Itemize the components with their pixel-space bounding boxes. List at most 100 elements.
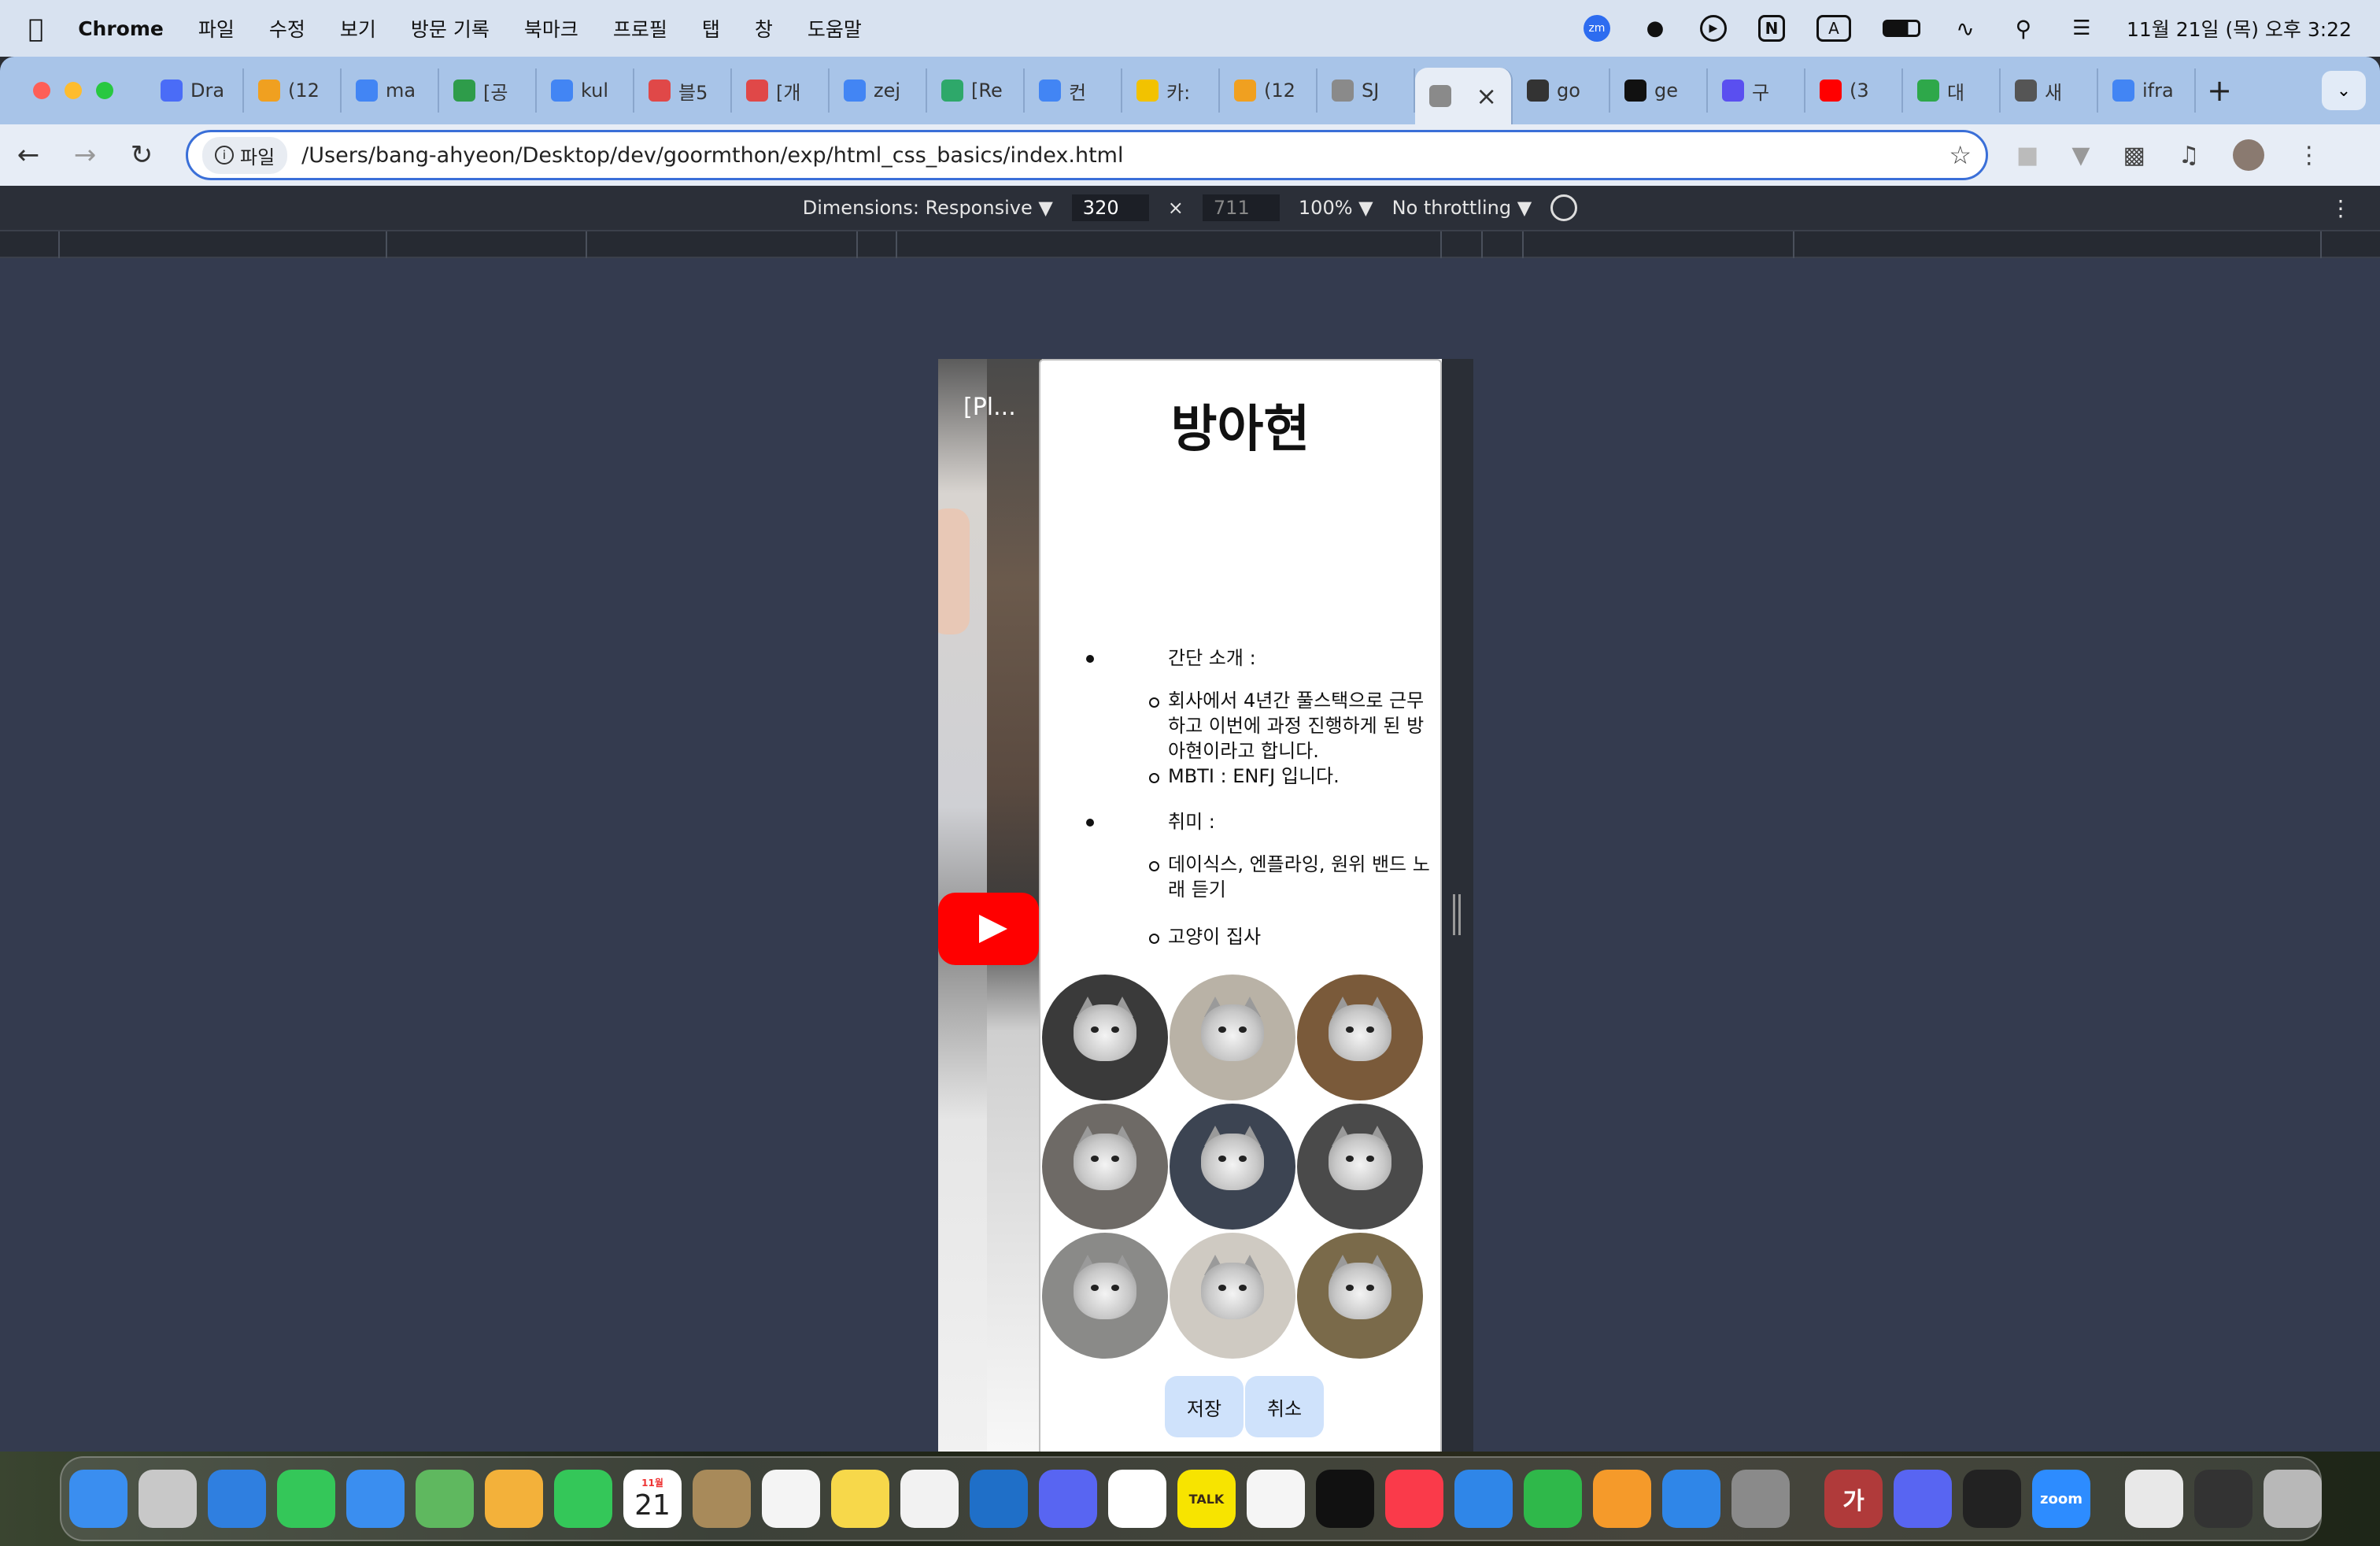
device-toolbar-more-icon[interactable]: ⋮ <box>2330 195 2352 221</box>
chat-status-icon[interactable]: ● <box>1642 15 1669 42</box>
extension-vue-icon[interactable]: ▼ <box>2071 142 2090 169</box>
freeform-icon[interactable] <box>1247 1470 1305 1528</box>
site-info-chip[interactable]: i 파일 <box>202 136 288 174</box>
maps-icon[interactable] <box>416 1470 474 1528</box>
document-icon[interactable] <box>2125 1470 2183 1528</box>
menu-bookmarks[interactable]: 북마크 <box>524 14 578 43</box>
menu-history[interactable]: 방문 기록 <box>411 14 490 43</box>
menu-view[interactable]: 보기 <box>340 14 376 43</box>
browser-tab[interactable]: zej <box>830 68 927 113</box>
menu-profiles[interactable]: 프로필 <box>613 14 667 43</box>
back-arrow-icon[interactable]: ← <box>0 139 57 171</box>
notes-icon[interactable] <box>831 1470 889 1528</box>
browser-tab[interactable]: 컨 <box>1025 68 1122 113</box>
close-tab-icon[interactable]: × <box>1476 81 1497 111</box>
facetime-icon[interactable] <box>554 1470 612 1528</box>
pages-icon[interactable] <box>1593 1470 1651 1528</box>
menu-file[interactable]: 파일 <box>198 14 235 43</box>
notion-icon[interactable] <box>1108 1470 1166 1528</box>
calendar-icon[interactable]: 11월 21 <box>623 1470 682 1528</box>
tab-search-button[interactable]: ⌄ <box>2322 71 2366 110</box>
discord-icon[interactable] <box>1894 1470 1952 1528</box>
browser-tab-active[interactable]: × <box>1415 68 1513 124</box>
control-center-icon[interactable]: ☰ <box>2068 15 2095 42</box>
trash-icon[interactable] <box>2264 1470 2322 1528</box>
safari-icon[interactable] <box>208 1470 266 1528</box>
youtube-play-icon[interactable] <box>938 893 1039 965</box>
menu-window[interactable]: 창 <box>755 14 773 43</box>
menubar-clock[interactable]: 11월 21일 (목) 오후 3:22 <box>2127 14 2352 43</box>
reload-icon[interactable]: ↻ <box>113 139 170 171</box>
browser-tab[interactable]: (12 <box>1220 68 1318 113</box>
browser-tab[interactable]: (12 <box>244 68 342 113</box>
browser-tab[interactable]: ma <box>342 68 439 113</box>
cancel-button[interactable]: 취소 <box>1245 1376 1324 1437</box>
new-tab-button[interactable]: + <box>2196 73 2243 108</box>
media-controls-icon[interactable]: ♫ <box>2179 142 2200 169</box>
messages-icon[interactable] <box>277 1470 335 1528</box>
browser-tab[interactable]: SJ <box>1318 68 1415 113</box>
bookmark-star-icon[interactable]: ☆ <box>1949 140 1972 170</box>
chrome-menu-icon[interactable]: ⋮ <box>2297 142 2321 169</box>
music-icon[interactable] <box>1385 1470 1443 1528</box>
zoom-status-icon[interactable]: zm <box>1583 15 1610 42</box>
app-menu-chrome[interactable]: Chrome <box>78 17 164 40</box>
chrome-icon[interactable] <box>900 1470 959 1528</box>
vscode-icon[interactable] <box>970 1470 1028 1528</box>
forward-arrow-icon[interactable]: → <box>57 139 113 171</box>
address-bar[interactable]: i 파일 /Users/bang-ahyeon/Desktop/dev/goor… <box>186 130 1988 180</box>
finder-icon[interactable] <box>69 1470 128 1528</box>
maximize-window-icon[interactable] <box>96 82 113 99</box>
wifi-icon[interactable]: ∿ <box>1952 15 1979 42</box>
browser-tab[interactable]: [Re <box>927 68 1025 113</box>
profile-avatar[interactable] <box>2232 139 2264 171</box>
discord-icon[interactable] <box>1039 1470 1097 1528</box>
extensions-puzzle-icon[interactable]: ▩ <box>2123 142 2145 169</box>
screen-icon[interactable] <box>2194 1470 2252 1528</box>
rotate-icon[interactable] <box>1550 194 1578 221</box>
terminal-icon[interactable] <box>1963 1470 2021 1528</box>
viewport-height-input[interactable]: 711 <box>1202 194 1280 221</box>
browser-tab[interactable]: [개 <box>732 68 830 113</box>
mail-icon[interactable] <box>346 1470 405 1528</box>
spotlight-search-icon[interactable]: ⚲ <box>2010 15 2037 42</box>
dimensions-dropdown[interactable]: Dimensions: Responsive ▼ <box>803 197 1053 219</box>
extension-trash-icon[interactable]: ■ <box>2016 142 2038 169</box>
browser-tab[interactable]: (3 <box>1805 68 1903 113</box>
browser-tab[interactable]: 구 <box>1708 68 1805 113</box>
contacts-icon[interactable] <box>693 1470 751 1528</box>
media-query-ruler[interactable] <box>0 230 2380 260</box>
viewport-width-input[interactable]: 320 <box>1071 194 1149 221</box>
appletv-icon[interactable] <box>1316 1470 1374 1528</box>
menu-help[interactable]: 도움말 <box>808 14 862 43</box>
browser-tab[interactable]: 블5 <box>634 68 732 113</box>
reminders-icon[interactable] <box>762 1470 820 1528</box>
play-status-icon[interactable]: ▶ <box>1699 15 1727 42</box>
throttling-dropdown[interactable]: No throttling ▼ <box>1392 197 1532 219</box>
numbers-icon[interactable] <box>1524 1470 1582 1528</box>
save-button[interactable]: 저장 <box>1165 1376 1244 1437</box>
menu-tab[interactable]: 탭 <box>702 14 720 43</box>
keynote-icon[interactable] <box>1454 1470 1513 1528</box>
kakaotalk-icon[interactable]: TALK <box>1177 1470 1236 1528</box>
video-title[interactable]: [Pl... <box>963 394 1016 421</box>
url-text[interactable]: /Users/bang-ahyeon/Desktop/dev/goormthon… <box>301 143 1123 168</box>
browser-tab[interactable]: go <box>1513 68 1610 113</box>
browser-tab[interactable]: ge <box>1610 68 1708 113</box>
launchpad-icon[interactable] <box>139 1470 197 1528</box>
close-window-icon[interactable] <box>33 82 50 99</box>
viewport-resize-right[interactable] <box>1442 359 1473 1452</box>
appstore-icon[interactable] <box>1662 1470 1720 1528</box>
menu-edit[interactable]: 수정 <box>269 14 305 43</box>
youtube-embed[interactable]: [Pl... <box>938 359 1042 1452</box>
photos-icon[interactable] <box>485 1470 543 1528</box>
input-source-icon[interactable]: A <box>1816 15 1851 42</box>
zoom-dropdown[interactable]: 100% ▼ <box>1299 197 1373 219</box>
browser-tab[interactable]: 카: <box>1122 68 1220 113</box>
browser-tab[interactable]: 새 <box>2001 68 2098 113</box>
browser-tab[interactable]: [공 <box>439 68 537 113</box>
battery-icon[interactable] <box>1882 20 1920 37</box>
settings-icon[interactable] <box>1731 1470 1790 1528</box>
zoom-icon[interactable]: zoom <box>2032 1470 2090 1528</box>
browser-tab[interactable]: ifra <box>2098 68 2196 113</box>
